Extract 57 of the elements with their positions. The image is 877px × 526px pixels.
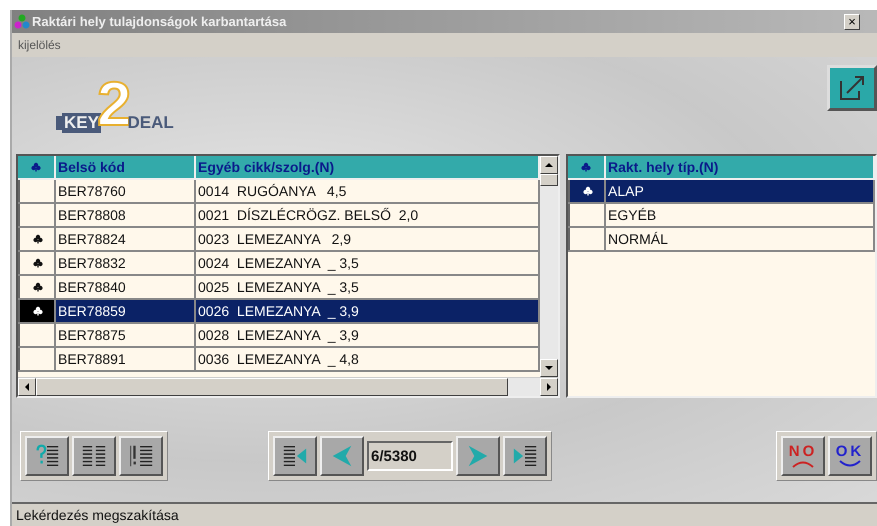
app-icon (14, 14, 30, 30)
down-arrow-icon (545, 364, 553, 372)
last-record-button[interactable] (503, 436, 547, 476)
table-row[interactable]: BER78824 0023 LEMEZANYA 2,9 (18, 228, 540, 252)
menu-item[interactable]: kijelölés (18, 38, 61, 52)
table-row[interactable]: BER78859 0026 LEMEZANYA _ 3,9 (18, 300, 540, 324)
table-cell: BER78891 (56, 348, 196, 370)
window-title: Raktári hely tulajdonságok karbantartása (32, 14, 286, 29)
table-cell: BER78760 (56, 180, 196, 202)
club-icon (31, 162, 41, 172)
record-position-field[interactable]: 6/5380 (367, 441, 453, 471)
ok-button[interactable]: OK (828, 436, 872, 476)
club-icon (581, 162, 591, 172)
table-row[interactable]: BER78760 0014 RUGÓANYA 4,5 (18, 180, 540, 204)
table-row[interactable]: BER78832 0024 LEMEZANYA _ 3,5 (18, 252, 540, 276)
club-icon (33, 258, 43, 268)
horizontal-scrollbar[interactable] (18, 377, 558, 396)
table-row[interactable]: BER78808 0021 DÍSZLÉCRÖGZ. BELSŐ 2,0 (18, 204, 540, 228)
table-cell: EGYÉB (606, 204, 875, 226)
right-arrow-icon (545, 383, 553, 391)
left-arrow-icon (23, 383, 31, 391)
close-button[interactable]: × (844, 14, 860, 30)
frown-icon (791, 460, 815, 468)
export-button[interactable] (827, 65, 877, 111)
table-cell: BER78875 (56, 324, 196, 346)
logo: KEY2DEAL (56, 71, 174, 133)
club-icon (33, 282, 43, 292)
club-icon (33, 234, 43, 244)
table-cell: NORMÁL (606, 228, 875, 250)
table-cell: BER78840 (56, 276, 196, 298)
first-record-button[interactable] (273, 436, 317, 476)
club-icon (583, 186, 593, 196)
arrow-box-icon (837, 73, 867, 103)
table-cell: BER78859 (56, 300, 196, 322)
column-header[interactable]: Belsö kód (56, 156, 196, 178)
up-arrow-icon (545, 161, 553, 169)
list-button[interactable] (72, 436, 116, 476)
status-bar: Lekérdezés megszakítása (12, 502, 877, 526)
table-cell: ALAP (606, 180, 875, 202)
table-row[interactable]: EGYÉB (568, 204, 875, 228)
exclamation-button[interactable] (119, 436, 163, 476)
table-row[interactable]: BER78891 0036 LEMEZANYA _ 4,8 (18, 348, 540, 372)
table-row[interactable]: BER78875 0028 LEMEZANYA _ 3,9 (18, 324, 540, 348)
table-row[interactable]: NORMÁL (568, 228, 875, 252)
club-icon (33, 306, 43, 316)
query-button[interactable] (25, 436, 69, 476)
table-cell: BER78832 (56, 252, 196, 274)
table-cell: BER78824 (56, 228, 196, 250)
table-cell: BER78808 (56, 204, 196, 226)
vertical-scrollbar[interactable] (540, 156, 558, 377)
table-row[interactable]: BER78840 0025 LEMEZANYA _ 3,5 (18, 276, 540, 300)
scrollbar-thumb[interactable] (540, 174, 558, 186)
table-row[interactable]: ALAP (568, 180, 875, 204)
smile-icon (838, 460, 862, 468)
next-record-button[interactable] (456, 436, 500, 476)
previous-record-button[interactable] (320, 436, 364, 476)
scrollbar-thumb[interactable] (36, 378, 508, 396)
